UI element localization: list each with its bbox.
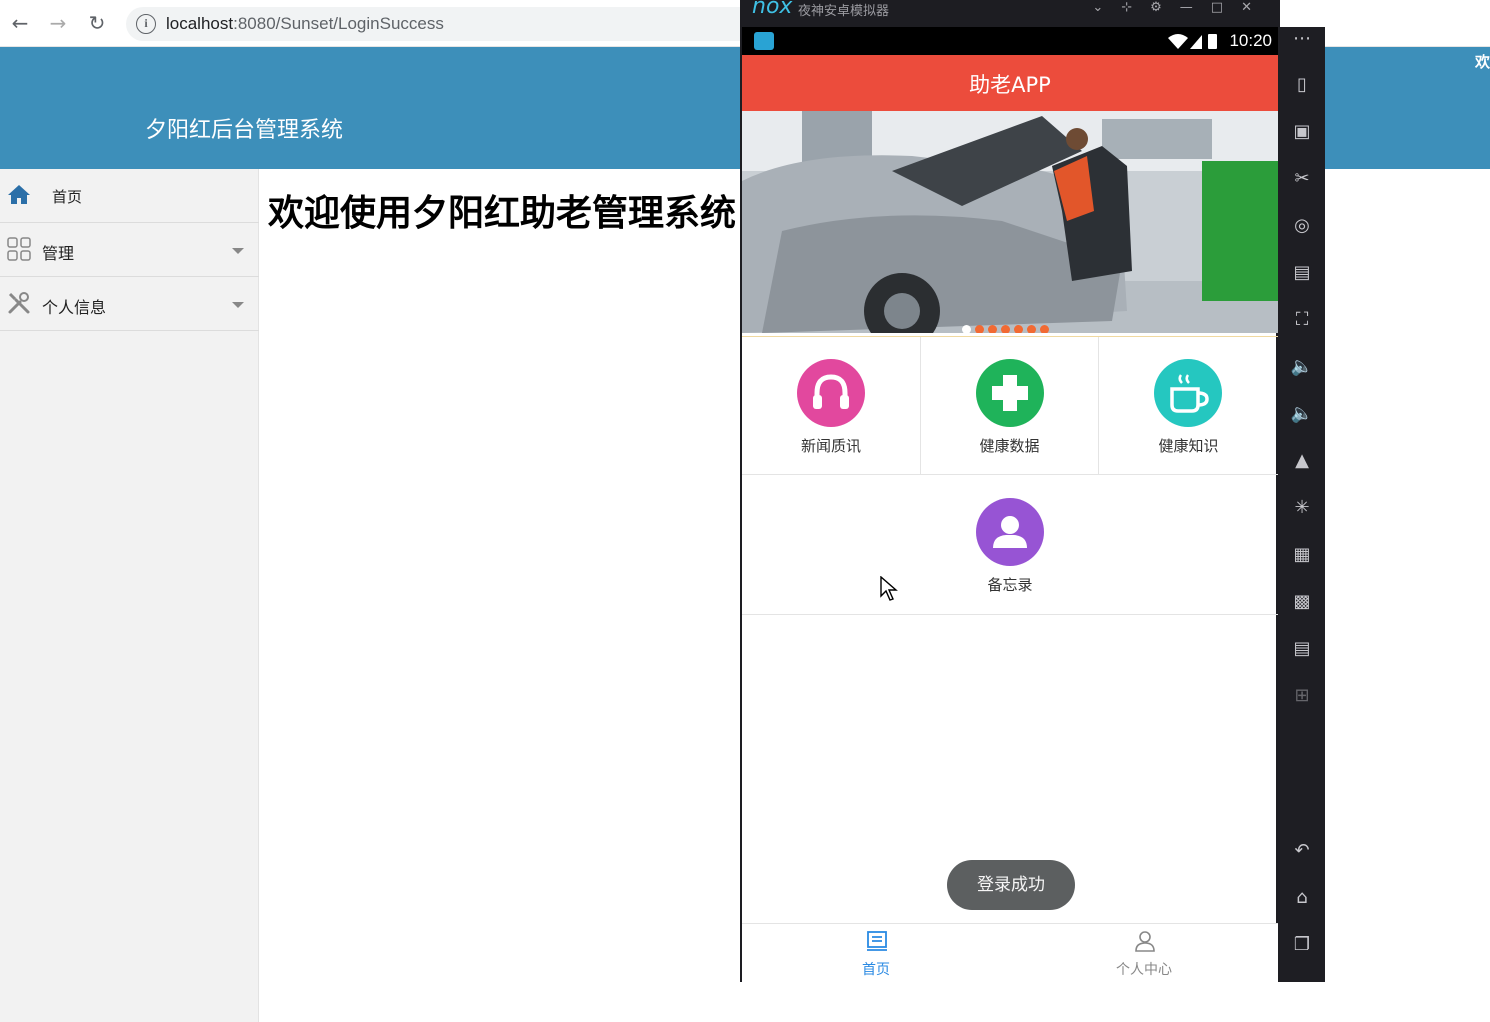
user-tab-icon — [1135, 931, 1155, 952]
recents-icon[interactable]: ❐ — [1290, 933, 1314, 957]
multi-instance-icon[interactable]: ▤ — [1290, 637, 1314, 661]
robot-icon[interactable]: ▣ — [1290, 120, 1314, 144]
volume-up-icon[interactable]: 🔈 — [1290, 355, 1314, 379]
address-bar[interactable]: i localhost:8080/Sunset/LoginSuccess — [126, 7, 826, 41]
home-icon — [8, 185, 30, 204]
toast-message: 登录成功 — [947, 860, 1075, 910]
sidebar-item-label: 个人信息 — [42, 298, 107, 317]
window-controls[interactable]: ⌄⊹⚙—□✕ — [1092, 0, 1270, 15]
scissors-icon[interactable]: ✂ — [1290, 167, 1314, 191]
tab-profile[interactable]: 个人中心 — [1010, 924, 1278, 983]
tile-news[interactable]: 新闻质讯 — [742, 337, 921, 475]
tab-home[interactable]: 首页 — [742, 924, 1010, 983]
carousel-dot[interactable] — [1001, 325, 1010, 333]
macro-icon[interactable]: ▦ — [1290, 543, 1314, 567]
sidebar-item-profile[interactable]: 个人信息 — [0, 277, 259, 331]
sidebar-item-manage[interactable]: 管理 — [0, 223, 259, 277]
tile-health-data[interactable]: 健康数据 — [921, 337, 1099, 475]
home-tab-icon — [867, 931, 887, 951]
tab-label: 个人中心 — [1116, 962, 1172, 978]
carousel-dot[interactable] — [1040, 325, 1049, 333]
carousel-dot[interactable] — [1014, 325, 1023, 333]
plus-icon — [976, 359, 1044, 427]
home-icon[interactable]: ⌂ — [1290, 886, 1314, 910]
emulator-name: 夜神安卓模拟器 — [798, 4, 890, 19]
status-bar: 10:20 — [742, 27, 1278, 55]
headphones-icon — [797, 359, 865, 427]
back-icon[interactable]: ↶ — [1290, 839, 1314, 863]
carousel-dot[interactable] — [975, 325, 984, 333]
tile-label: 新闻质讯 — [800, 437, 861, 455]
carousel-dot[interactable] — [1027, 325, 1036, 333]
sidebar-item-label: 管理 — [42, 244, 75, 263]
shake-icon[interactable]: ▯ — [1290, 73, 1314, 97]
app-bar: 助老APP — [742, 55, 1278, 111]
record-icon[interactable]: ▩ — [1290, 590, 1314, 614]
feature-grid-row: 新闻质讯 健康数据 健康知识 — [742, 336, 1278, 475]
welcome-heading: 欢迎使用夕阳红助老管理系统 — [268, 193, 737, 234]
chevron-down-icon[interactable] — [232, 248, 244, 254]
emulator-titlebar: nox 夜神安卓模拟器 ⌄⊹⚙—□✕ — [740, 0, 1280, 27]
tile-label: 健康数据 — [979, 437, 1040, 455]
loading-icon[interactable]: ✳ — [1290, 496, 1314, 520]
banner-image — [742, 111, 1278, 333]
close-icon[interactable]: ✕ — [1241, 0, 1270, 15]
forward-icon[interactable]: → — [46, 11, 70, 35]
sidebar: 首页 管理 个人信息 — [0, 169, 259, 1022]
maximize-icon[interactable]: □ — [1211, 0, 1241, 15]
signal-icons — [1168, 34, 1217, 49]
nox-logo: nox — [752, 0, 793, 19]
url-text[interactable]: localhost:8080/Sunset/LoginSuccess — [166, 14, 444, 34]
tile-memo[interactable]: 备忘录 — [921, 476, 1099, 614]
tools-icon — [8, 292, 30, 314]
location-icon[interactable]: ◎ — [1290, 214, 1314, 238]
site-info-icon[interactable]: i — [136, 14, 156, 34]
status-time: 10:20 — [1229, 31, 1272, 50]
tile-health-knowledge[interactable]: 健康知识 — [1099, 337, 1278, 475]
tile-label: 健康知识 — [1158, 437, 1219, 455]
reload-icon[interactable]: ↻ — [85, 11, 109, 35]
back-icon[interactable]: ← — [8, 11, 32, 35]
gear-icon[interactable]: ⚙ — [1150, 0, 1180, 15]
tab-label: 首页 — [862, 962, 890, 978]
pin-icon[interactable]: ⊹ — [1121, 0, 1150, 15]
volume-down-icon[interactable]: 🔈 — [1290, 402, 1314, 426]
app-notification-icon — [754, 32, 774, 50]
screen-icon[interactable]: ▤ — [1290, 261, 1314, 285]
admin-title: 夕阳红后台管理系统 — [145, 118, 344, 143]
sidebar-item-home[interactable]: 首页 — [0, 169, 259, 223]
carousel-dot[interactable] — [988, 325, 997, 333]
emulator-toolbar: ⋯ ▯ ▣ ✂ ◎ ▤ ⛶ 🔈 🔈 ▲ ✳ ▦ ▩ ▤ ⊞ ↶ ⌂ ❐ — [1278, 27, 1325, 982]
apk-install-icon[interactable]: ▲ — [1290, 449, 1314, 473]
header-welcome-text: 欢 — [1474, 53, 1490, 71]
add-icon[interactable]: ⊞ — [1290, 684, 1314, 708]
tile-label: 备忘录 — [987, 576, 1033, 594]
user-icon — [976, 498, 1044, 566]
minimize-icon[interactable]: — — [1180, 0, 1211, 15]
bottom-nav: 首页 个人中心 — [742, 923, 1278, 982]
fullscreen-icon[interactable]: ⛶ — [1290, 308, 1314, 332]
carousel-dots — [962, 319, 1053, 333]
app-title: 助老APP — [969, 73, 1051, 97]
feature-grid-row: 备忘录 — [742, 476, 1278, 615]
banner-carousel[interactable] — [742, 111, 1278, 333]
more-icon[interactable]: ⋯ — [1290, 27, 1314, 51]
chevron-down-icon[interactable]: ⌄ — [1092, 0, 1121, 15]
carousel-dot[interactable] — [962, 325, 971, 333]
phone-screen: 10:20 助老APP 新闻质讯 健康数据 健康知识 备忘录 登录成功 首页 个… — [740, 27, 1278, 982]
sidebar-item-label: 首页 — [52, 188, 83, 206]
coffee-cup-icon — [1154, 359, 1222, 427]
chevron-down-icon[interactable] — [232, 302, 244, 308]
grid-icon — [7, 237, 31, 261]
mouse-cursor-icon — [880, 576, 898, 601]
